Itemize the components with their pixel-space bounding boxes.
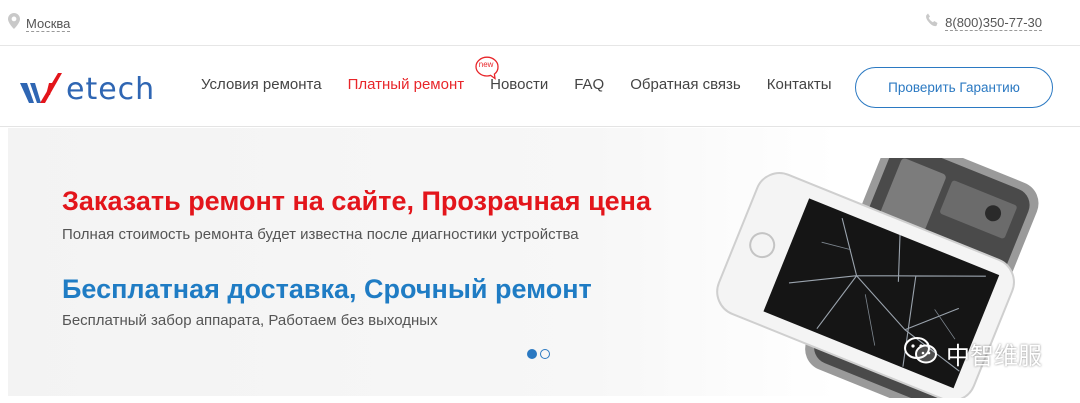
check-warranty-button[interactable]: Проверить Гарантию xyxy=(855,67,1053,108)
main-header: etech Условия ремонта Платный ремонт new… xyxy=(0,47,1080,127)
slider-dot-2[interactable] xyxy=(540,349,550,359)
hero-heading-secondary: Бесплатная доставка, Срочный ремонт xyxy=(62,274,592,304)
logo-text: etech xyxy=(66,72,156,107)
hero-banner: Заказать ремонт на сайте, Прозрачная цен… xyxy=(8,128,1072,398)
nav-item-faq[interactable]: FAQ xyxy=(574,76,604,93)
city-selector[interactable]: Москва xyxy=(8,13,71,34)
phone-number[interactable]: 8(800)350-77-30 xyxy=(925,13,1042,32)
main-nav: Условия ремонта Платный ремонт new Новос… xyxy=(188,56,845,93)
watermark-text: 中智维服 xyxy=(946,342,1042,370)
watermark: 中智维服 xyxy=(904,336,1042,371)
hero-subtitle-primary: Полная стоимость ремонта будет известна … xyxy=(62,226,579,243)
phone-label[interactable]: 8(800)350-77-30 xyxy=(945,15,1042,31)
phone-icon xyxy=(925,13,939,32)
nav-item-contacts[interactable]: Контакты xyxy=(767,76,832,93)
nav-item-label: Платный ремонт xyxy=(347,76,465,93)
city-label[interactable]: Москва xyxy=(26,16,71,32)
slider-dots xyxy=(527,349,550,359)
nav-item-repair-conditions[interactable]: Условия ремонта xyxy=(201,76,322,93)
nav-item-feedback[interactable]: Обратная связь xyxy=(630,76,741,93)
hero-heading-primary: Заказать ремонт на сайте, Прозрачная цен… xyxy=(62,186,652,216)
logo-mark-icon xyxy=(18,69,64,110)
top-bar: Москва 8(800)350-77-30 xyxy=(0,0,1080,46)
nav-item-news[interactable]: Новости xyxy=(490,76,548,93)
location-pin-icon xyxy=(8,13,20,34)
hero-subtitle-secondary: Бесплатный забор аппарата, Работаем без … xyxy=(62,312,438,329)
nav-item-paid-repair[interactable]: Платный ремонт new xyxy=(347,56,499,93)
new-badge-text: new xyxy=(478,60,494,69)
wechat-icon xyxy=(904,336,938,371)
logo[interactable]: etech xyxy=(18,69,155,110)
slider-dot-1[interactable] xyxy=(527,349,537,359)
